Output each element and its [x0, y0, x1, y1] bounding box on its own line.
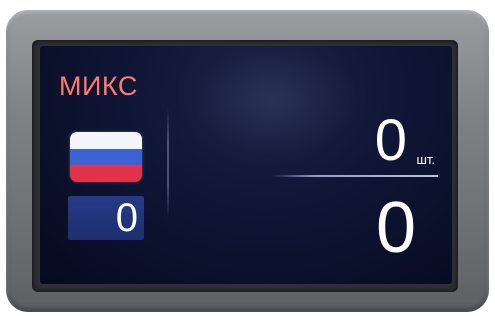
currency-count: 0 — [115, 196, 138, 240]
mode-label: МИКС — [59, 71, 138, 101]
flag-stripe-white — [70, 132, 142, 149]
currency-count-box: 0 — [68, 196, 144, 240]
screen-glare — [190, 46, 360, 156]
vertical-divider — [167, 108, 169, 218]
flag-stripe-blue — [70, 148, 142, 166]
display-screen: МИКС 0 0 шт. 0 — [40, 46, 452, 284]
horizontal-divider — [272, 175, 438, 177]
sum-value: 0 — [375, 188, 416, 268]
flag-stripe-red — [70, 165, 142, 182]
russia-flag-icon — [70, 132, 142, 182]
pieces-count: 0 — [374, 108, 407, 173]
pieces-unit: шт. — [416, 152, 435, 167]
